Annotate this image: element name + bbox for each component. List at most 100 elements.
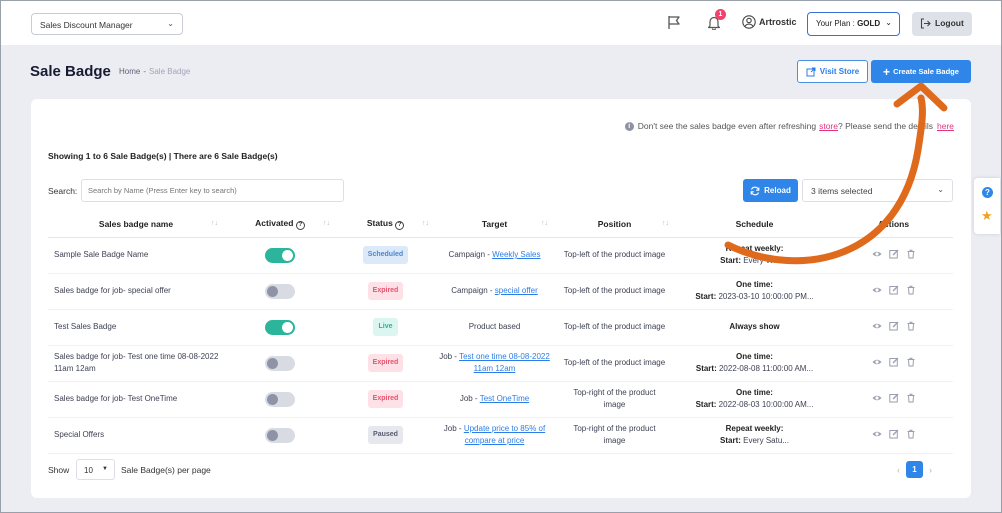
- sort-icon[interactable]: ↑↓: [662, 220, 669, 227]
- create-sale-badge-label: Create Sale Badge: [893, 67, 959, 76]
- table-row: Test Sales Badge Live Product based Top-lef…: [48, 309, 953, 346]
- sort-icon[interactable]: ↑↓: [323, 220, 330, 227]
- schedule-title: One time:: [736, 352, 773, 361]
- edit-icon[interactable]: [888, 393, 899, 405]
- plan-prefix: Your Plan :: [816, 19, 858, 28]
- eye-icon[interactable]: [872, 393, 882, 405]
- show-label: Show: [48, 465, 70, 475]
- next-page-button[interactable]: ›: [929, 465, 932, 475]
- question-icon[interactable]: ?: [982, 187, 993, 198]
- badge-name: Special Offers: [48, 417, 224, 454]
- eye-icon[interactable]: [872, 429, 882, 441]
- activated-toggle[interactable]: [265, 319, 295, 335]
- column-header-position[interactable]: Position ↑↓: [554, 211, 675, 238]
- here-link[interactable]: here: [937, 121, 954, 131]
- columns-multiselect[interactable]: 3 items selected ⌄: [802, 179, 953, 202]
- row-actions: [834, 393, 953, 405]
- row-actions: [834, 357, 953, 369]
- schedule-cell: One time: Start: 2022-08-08 11:00:00 AM..…: [675, 345, 834, 382]
- schedule-start-value: 2023-03-10 10:00:00 PM...: [716, 292, 814, 301]
- schedule-cell: Repeat weekly: Start: Every Wed...: [675, 237, 834, 274]
- edit-icon[interactable]: [888, 357, 899, 369]
- badge-name: Sales badge for job- special offer: [48, 273, 224, 310]
- chevron-down-icon: ⌄: [885, 18, 892, 27]
- user-menu[interactable]: Artrostic: [742, 15, 797, 29]
- schedule-title: Always show: [729, 322, 780, 331]
- target-link[interactable]: Test one time 08-08-2022 11am 12am: [459, 352, 550, 373]
- trash-icon[interactable]: [906, 429, 916, 441]
- sale-badge-table: Sales badge name ↑↓ Activated ? ↑↓ Status …: [48, 211, 953, 454]
- notice-text-after: ? Please send the details: [838, 121, 933, 131]
- eye-icon[interactable]: [872, 321, 882, 333]
- prev-page-button[interactable]: ‹: [897, 465, 900, 475]
- activated-toggle[interactable]: [265, 391, 295, 407]
- target-cell: Job - Update price to 85% of compare at …: [435, 417, 554, 454]
- create-sale-badge-button[interactable]: + Create Sale Badge: [871, 60, 971, 83]
- sort-icon[interactable]: ↑↓: [541, 220, 548, 227]
- column-header-status[interactable]: Status ? ↑↓: [336, 211, 435, 238]
- plus-icon: +: [883, 64, 891, 79]
- logout-icon: [920, 18, 931, 29]
- notice-text-before: Don't see the sales badge even after ref…: [637, 121, 817, 131]
- visit-store-button[interactable]: Visit Store: [797, 60, 868, 83]
- schedule-start-value: 2022-08-03 10:00:00 AM...: [716, 400, 814, 409]
- activated-toggle[interactable]: [265, 247, 295, 263]
- eye-icon[interactable]: [872, 249, 882, 261]
- schedule-start-value: Every Satu...: [740, 436, 789, 445]
- plan-name: GOLD: [857, 19, 881, 28]
- sort-icon[interactable]: ↑↓: [422, 220, 429, 227]
- page-number-button[interactable]: 1: [906, 461, 923, 478]
- notifications-button[interactable]: 1: [707, 9, 726, 32]
- schedule-start-value: Every Wed...: [741, 256, 789, 265]
- row-actions: [834, 429, 953, 441]
- activated-toggle[interactable]: [265, 427, 295, 443]
- per-page-select[interactable]: 10 ▼: [76, 459, 115, 480]
- edit-icon[interactable]: [888, 285, 899, 297]
- notification-count-badge: 1: [715, 9, 726, 20]
- trash-icon[interactable]: [906, 393, 916, 405]
- app-selector[interactable]: Sales Discount Manager ⌄: [31, 13, 183, 35]
- help-notice: i Don't see the sales badge even after r…: [624, 121, 954, 131]
- toggle-knob: [267, 357, 278, 369]
- target-link[interactable]: Update price to 85% of compare at price: [464, 424, 545, 445]
- breadcrumb-current: Sale Badge: [149, 67, 191, 76]
- activated-toggle[interactable]: [265, 355, 295, 371]
- target-prefix: Campaign -: [448, 250, 493, 259]
- top-bar: Sales Discount Manager ⌄ 1 Artrostic You…: [1, 1, 1001, 45]
- store-link[interactable]: store: [819, 121, 838, 131]
- trash-icon[interactable]: [906, 285, 916, 297]
- star-icon[interactable]: ★: [981, 209, 993, 222]
- edit-icon[interactable]: [888, 249, 899, 261]
- logout-label: Logout: [935, 18, 964, 28]
- logout-button[interactable]: Logout: [912, 12, 972, 36]
- column-header-activated[interactable]: Activated ? ↑↓: [224, 211, 336, 238]
- trash-icon[interactable]: [906, 249, 916, 261]
- activated-toggle[interactable]: [265, 283, 295, 299]
- eye-icon[interactable]: [872, 357, 882, 369]
- column-header-name[interactable]: Sales badge name ↑↓: [48, 211, 224, 238]
- toggle-knob: [267, 429, 278, 441]
- target-link[interactable]: special offer: [495, 286, 538, 295]
- edit-icon[interactable]: [888, 321, 899, 333]
- target-link[interactable]: Weekly Sales: [492, 250, 540, 259]
- schedule-cell: Repeat weekly: Start: Every Satu...: [675, 417, 834, 454]
- eye-icon[interactable]: [872, 285, 882, 297]
- schedule-cell: One time: Start: 2023-03-10 10:00:00 PM..…: [675, 273, 834, 310]
- status-badge: Expired: [367, 390, 404, 408]
- row-actions: [834, 321, 953, 333]
- target-link[interactable]: Test OneTime: [480, 394, 530, 403]
- sort-icon[interactable]: ↑↓: [211, 220, 218, 227]
- trash-icon[interactable]: [906, 321, 916, 333]
- plan-dropdown[interactable]: Your Plan : GOLD ⌄: [807, 12, 900, 36]
- badge-name: Sales badge for job- Test OneTime: [48, 381, 224, 418]
- reload-button[interactable]: Reload: [743, 179, 798, 202]
- edit-icon[interactable]: [888, 429, 899, 441]
- help-circle-icon: ?: [395, 220, 405, 230]
- search-input[interactable]: [81, 179, 344, 202]
- breadcrumb-home[interactable]: Home: [119, 67, 140, 76]
- flag-icon[interactable]: [667, 15, 681, 32]
- column-header-target[interactable]: Target ↑↓: [435, 211, 554, 238]
- pagination: ‹ 1 ›: [897, 461, 932, 478]
- trash-icon[interactable]: [906, 357, 916, 369]
- badge-name: Test Sales Badge: [48, 309, 224, 346]
